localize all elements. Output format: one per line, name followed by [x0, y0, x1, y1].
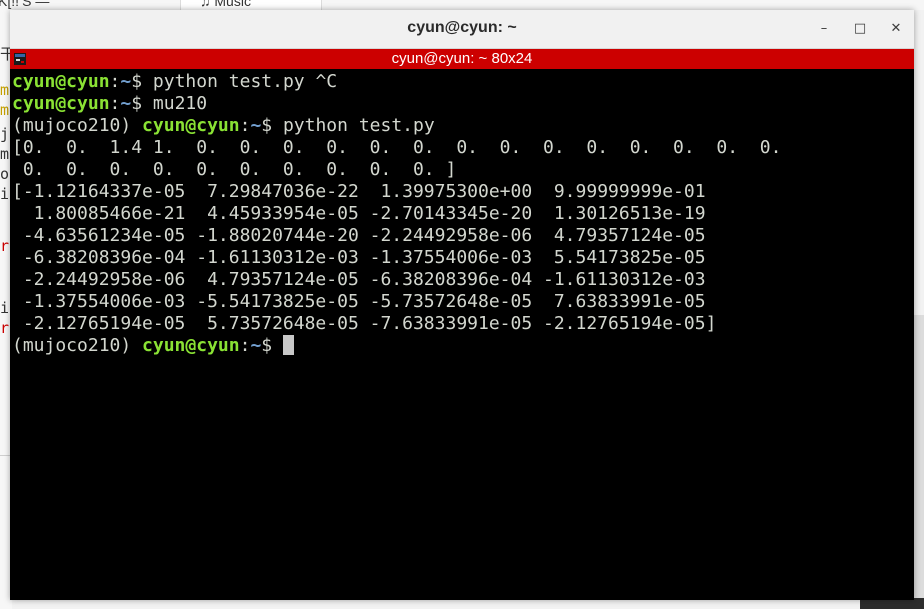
prompt-user: cyun@cyun — [12, 71, 110, 92]
maximize-button[interactable]: □ — [850, 19, 870, 39]
prompt-command: $ mu210 — [131, 93, 208, 114]
prompt-separator: : — [109, 93, 121, 114]
prompt-user: cyun@cyun — [142, 335, 240, 356]
terminal-window[interactable]: cyun@cyun: ~ – □ ✕ cyun@cyun: ~ 80x24 cy… — [10, 10, 914, 600]
output-line: [-1.12164337e-05 7.29847036e-22 1.399753… — [12, 181, 706, 202]
prompt-line: (mujoco210) cyun@cyun:~$ python test.py — [12, 115, 892, 137]
terminal-header-bar: cyun@cyun: ~ 80x24 — [10, 49, 914, 69]
minimize-button[interactable]: – — [814, 19, 834, 39]
prompt-separator: : — [109, 71, 121, 92]
output-line: -6.38208396e-04 -1.61130312e-03 -1.37554… — [12, 247, 706, 268]
text-cursor — [282, 335, 294, 355]
prompt-path: ~ — [120, 93, 132, 114]
prompt-line: cyun@cyun:~$ mu210 — [12, 93, 892, 115]
window-titlebar[interactable]: cyun@cyun: ~ – □ ✕ — [10, 10, 914, 49]
output-line: -2.24492958e-06 4.79357124e-05 -6.382083… — [12, 269, 706, 290]
terminal-output[interactable]: cyun@cyun:~$ python test.py ^C cyun@cyun:… — [10, 71, 892, 600]
prompt-command: $ python test.py — [261, 115, 435, 136]
prompt-user: cyun@cyun — [142, 115, 240, 136]
background-top-strip — [0, 0, 924, 10]
prompt-env: (mujoco210) — [12, 335, 143, 356]
close-button[interactable]: ✕ — [886, 19, 906, 39]
prompt-user: cyun@cyun — [12, 93, 110, 114]
output-line: 1.80085466e-21 4.45933954e-05 -2.7014334… — [12, 203, 706, 224]
prompt-command: $ python test.py ^C — [131, 71, 338, 92]
prompt-path: ~ — [120, 71, 132, 92]
prompt-separator: : — [239, 115, 251, 136]
window-title: cyun@cyun: ~ — [407, 19, 517, 36]
output-line: -4.63561234e-05 -1.88020744e-20 -2.24492… — [12, 225, 706, 246]
terminal-header-title: cyun@cyun: ~ 80x24 — [391, 50, 533, 67]
background-window-fragment: K[!!’S — — [0, 0, 50, 9]
prompt-path: ~ — [250, 335, 262, 356]
prompt-command: $ — [261, 335, 283, 356]
background-right-panel — [914, 315, 924, 609]
prompt-separator: : — [239, 335, 251, 356]
terminal-scrollbar[interactable] — [892, 69, 914, 600]
output-line: -2.12765194e-05 5.73572648e-05 -7.638339… — [12, 313, 717, 334]
output-line: [0. 0. 1.4 1. 0. 0. 0. 0. 0. 0. 0. 0. 0.… — [12, 137, 782, 158]
output-line: 0. 0. 0. 0. 0. 0. 0. 0. 0. 0. ] — [12, 159, 457, 180]
prompt-path: ~ — [250, 115, 262, 136]
prompt-env: (mujoco210) — [12, 115, 143, 136]
prompt-line: cyun@cyun:~$ python test.py ^C — [12, 71, 892, 93]
background-tab-label: ♫ Music — [200, 0, 251, 9]
output-line: -1.37554006e-03 -5.54173825e-05 -5.73572… — [12, 291, 706, 312]
prompt-line: (mujoco210) cyun@cyun:~$ — [12, 335, 892, 357]
